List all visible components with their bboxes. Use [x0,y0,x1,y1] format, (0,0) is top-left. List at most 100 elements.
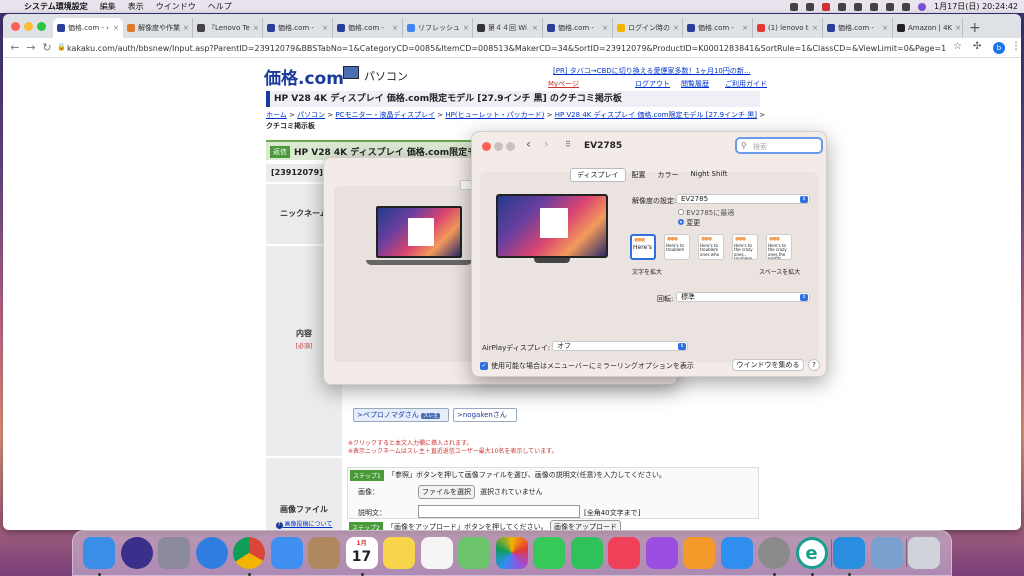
checkmark-icon[interactable]: ✓ [480,362,488,370]
mail-icon[interactable] [270,537,303,569]
radio-scaled[interactable] [678,219,684,225]
calendar-icon[interactable]: 17 1月 [345,537,378,569]
forward-icon[interactable]: › [544,137,549,151]
breadcrumb-pc[interactable]: パソコン [297,111,325,119]
insert-name-button[interactable]: >ペプロノマダさん スレ主 [353,408,449,422]
status-icon[interactable] [806,2,815,11]
back-icon[interactable]: ← [7,41,23,54]
browser-tab[interactable]: 解像度や作業 × [123,18,193,38]
scale-option[interactable]: ●●● Here's to the crazy ones the misfits [766,234,792,260]
finder-icon[interactable] [83,537,115,569]
profile-avatar[interactable]: b [993,42,1005,54]
volume-icon[interactable] [854,2,863,11]
more-menu-icon[interactable]: ⋮ [1011,41,1021,52]
pr-link[interactable]: [PR] タバコ→CBDに切り換える愛煙家多数！1ヶ月10円の新... [553,66,751,76]
close-tab-icon[interactable]: × [113,24,119,32]
browser-tab[interactable]: 価格.com - × [263,18,333,38]
radio-best-row[interactable]: EV2785に最適 [678,208,734,218]
browser-tab[interactable]: 価格.com - × [543,18,613,38]
launchpad-icon[interactable] [158,537,190,569]
bookmark-star-icon[interactable]: ☆ [953,41,962,52]
gather-windows-button[interactable]: ウインドウを集める [732,359,804,371]
browser-tab[interactable]: 『Lenovo Te × [193,18,263,38]
ev2785-prefs-window[interactable]: ‹ › ⠿ EV2785 ⚲ 検索 ディスプレイ 配置 カラー Night Sh… [471,131,827,377]
books-icon[interactable] [683,537,715,569]
scale-option[interactable]: ●●● Here's [630,234,656,260]
zoom-window-button[interactable] [37,22,46,31]
menu-clock[interactable]: 1月17日(日) 20:24:42 [934,1,1018,12]
show-all-grid-icon[interactable]: ⠿ [565,140,571,149]
back-icon[interactable]: ‹ [526,137,531,151]
resolution-select[interactable]: EV2785 ⇕ [676,194,810,204]
minimize-window-button[interactable] [24,22,33,31]
breadcrumb-maker[interactable]: HP(ヒューレット・パッカード) [445,111,544,119]
close-tab-icon[interactable]: × [463,24,469,32]
scale-option[interactable]: ●●● Here's to troublem [664,234,690,260]
facetime-icon[interactable] [570,537,603,569]
browser-tab[interactable]: 価格.com - × [333,18,403,38]
help-button[interactable]: ? [808,359,820,371]
new-tab-button[interactable]: + [969,18,981,38]
reminders-icon[interactable] [420,537,453,569]
guide-link[interactable]: ご利用ガイド [725,79,767,89]
safari-icon[interactable] [195,537,228,569]
trash-icon[interactable] [908,537,940,569]
rotation-select[interactable]: 標準 ⇕ [676,292,810,302]
history-link[interactable]: 閲覧履歴 [681,79,709,89]
upload-button[interactable]: 画像をアップロード [550,520,621,530]
logout-link[interactable]: ログアウト [635,79,670,89]
menu-window[interactable]: ウインドウ [156,1,196,12]
close-tab-icon[interactable]: × [673,24,679,32]
forward-icon[interactable]: → [23,41,39,54]
address-bar[interactable]: kakaku.com/auth/bbsnew/Input.asp?ParentI… [67,40,947,56]
breadcrumb-monitor[interactable]: PCモニター・液晶ディスプレイ [335,111,435,119]
close-tab-icon[interactable]: × [183,24,189,32]
control-center-icon[interactable] [902,2,911,11]
close-tab-icon[interactable]: × [742,24,748,32]
siri-icon[interactable] [120,537,153,569]
close-tab-icon[interactable]: × [392,24,398,32]
browser-tab[interactable]: 第４４回 Wi × [473,18,543,38]
search-icon[interactable] [886,2,895,11]
status-icon[interactable] [790,2,799,11]
browser-tab[interactable]: Amazon | 4K × [893,18,963,38]
browser-tab[interactable]: リフレッシュ × [403,18,473,38]
menu-view[interactable]: 表示 [128,1,144,12]
minimize-window-button[interactable] [494,142,503,151]
browser-tab[interactable]: 価格.com - ‹ × [53,18,123,38]
mirror-option-row[interactable]: ✓ 使用可能な場合はメニューバーにミラーリングオプションを表示 [480,361,694,371]
music-icon[interactable] [608,537,640,569]
browser-tab[interactable]: (1) lenovo t × [753,18,823,38]
messages-icon[interactable] [533,537,565,569]
insert-name-button[interactable]: >nogakenさん [453,408,517,422]
photos-icon[interactable] [495,537,528,569]
close-window-button[interactable] [482,142,491,151]
system-preferences-icon[interactable] [758,537,790,569]
stack-app-icon[interactable] [833,537,865,569]
tab-night-shift[interactable]: Night Shift [685,168,734,182]
wifi-icon[interactable] [870,2,879,11]
category-title[interactable]: パソコン [364,68,408,84]
kakaku-logo[interactable]: 価格.com [264,64,344,89]
radio-best[interactable] [678,209,684,215]
search-field[interactable]: ⚲ 検索 [735,137,823,154]
close-tab-icon[interactable]: × [532,24,538,32]
reload-icon[interactable]: ↻ [39,41,55,54]
menu-app-name[interactable]: システム環境設定 [24,1,88,12]
browser-tab[interactable]: 価格.com - × [823,18,893,38]
scale-option[interactable]: ●●● Here's to the crazy ones.. troublem [732,234,758,260]
eset-icon[interactable]: e [795,537,828,569]
choose-file-button[interactable]: ファイルを選択 [418,485,475,499]
extensions-icon[interactable]: ✣ [973,41,981,52]
tab-arrangement[interactable]: 配置 [626,168,652,182]
image-help-link[interactable]: ? 画像投稿について [266,519,342,529]
scale-option[interactable]: ●●● Here's to troublem ones who [698,234,724,260]
status-icon[interactable] [822,2,831,11]
preview-icon[interactable] [870,537,903,569]
contacts-icon[interactable] [308,537,340,569]
siri-icon[interactable] [918,2,927,11]
description-input[interactable] [418,505,580,518]
tab-color[interactable]: カラー [652,168,685,182]
podcasts-icon[interactable] [645,537,678,569]
close-tab-icon[interactable]: × [322,24,328,32]
